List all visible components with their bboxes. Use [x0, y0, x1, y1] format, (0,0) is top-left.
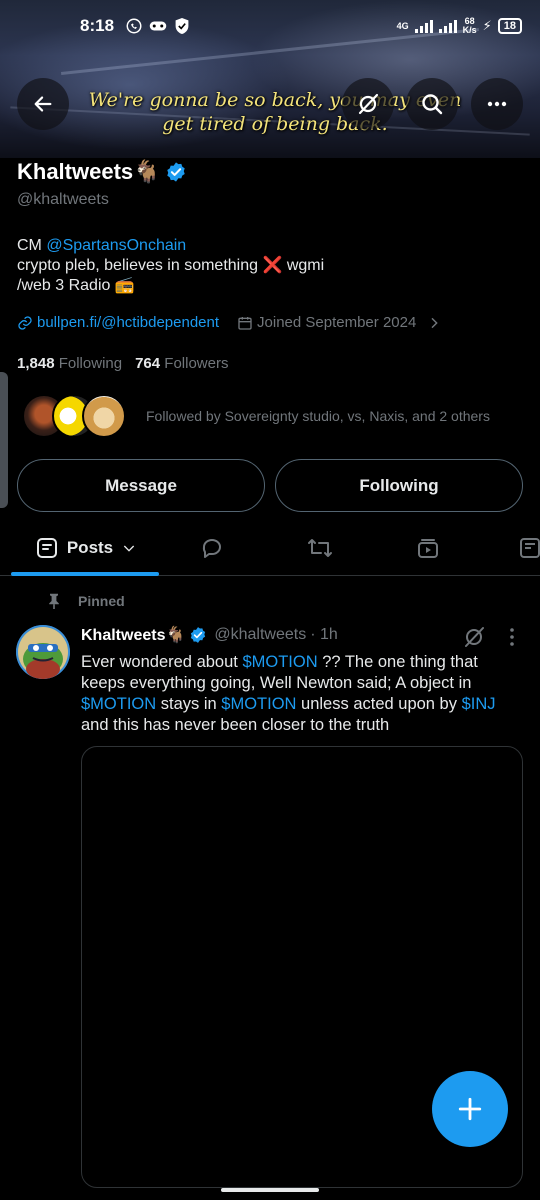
verified-icon — [191, 627, 206, 643]
bio-line-3: /web 3 Radio 📻 — [17, 277, 135, 294]
calendar-icon — [238, 316, 252, 330]
chevron-down-icon — [124, 545, 135, 552]
profile-joined: Joined September 2024 — [257, 314, 417, 331]
compose-button[interactable] — [432, 1071, 508, 1147]
grok-button[interactable] — [342, 78, 394, 130]
search-icon — [422, 94, 443, 115]
profile-display-name: Khaltweets🐐 — [17, 159, 161, 184]
profile-tabs: Posts — [0, 520, 540, 576]
whatsapp-icon — [124, 16, 144, 36]
tweet-text: Ever wondered about $MOTION ?? The one t… — [81, 653, 496, 734]
follow-counts: 1,848 Following 764 Followers — [17, 355, 228, 372]
bio-mention-link[interactable]: @SpartansOnchain — [46, 237, 186, 254]
tab-media[interactable] — [402, 520, 454, 576]
grok-icon — [358, 93, 379, 115]
chevron-right-icon[interactable] — [426, 315, 442, 331]
link-icon — [18, 315, 32, 330]
back-arrow-icon — [34, 96, 52, 112]
signal-icon — [414, 19, 433, 33]
frog-avatar-icon — [16, 625, 70, 679]
pinned-label: Pinned — [46, 592, 125, 610]
tweet-author-avatar[interactable] — [16, 625, 70, 679]
tweet-grok-button[interactable] — [462, 625, 486, 654]
tab-replies[interactable] — [186, 520, 238, 576]
tab-posts-label: Posts — [66, 538, 114, 557]
profile-name: Khaltweets🐐 — [17, 159, 187, 185]
reply-icon — [202, 539, 221, 558]
message-button[interactable]: Message — [17, 459, 265, 512]
cashtag-link[interactable]: $MOTION — [81, 695, 156, 713]
tab-posts[interactable]: Posts — [16, 520, 156, 576]
profile-handle: @khaltweets — [17, 191, 109, 208]
avatar — [82, 394, 126, 438]
tweet-time: · 1h — [310, 626, 338, 643]
cashtag-link[interactable]: $MOTION — [221, 695, 296, 713]
more-button[interactable] — [471, 78, 523, 130]
profile-bio: CM @SpartansOnchain crypto pleb, believe… — [17, 237, 325, 294]
charging-icon: ⚡ — [482, 18, 492, 33]
network-speed: 68 K/s — [462, 16, 477, 35]
pin-icon — [49, 593, 59, 609]
verified-icon[interactable] — [165, 161, 187, 183]
game-controller-icon — [148, 16, 168, 36]
following-link[interactable]: 1,848 Following — [17, 355, 122, 372]
pinned-text: Pinned — [78, 593, 125, 609]
grok-icon — [465, 627, 484, 647]
shield-icon — [172, 16, 192, 36]
media-icon — [418, 539, 438, 558]
signal-icon-2 — [438, 19, 457, 33]
status-time: 8:18 — [80, 16, 115, 35]
followed-by-text: Followed by Sovereignty studio, vs, Naxi… — [146, 408, 490, 424]
followers-link[interactable]: 764 Followers — [135, 355, 228, 372]
more-icon — [487, 101, 507, 107]
battery-level: 18 — [497, 18, 522, 34]
back-button[interactable] — [17, 78, 69, 130]
profile-website-link[interactable]: bullpen.fi/@hctibdependent — [37, 314, 219, 331]
network-type: 4G — [396, 21, 409, 31]
more-vertical-icon — [510, 628, 514, 646]
plus-icon — [458, 1097, 482, 1121]
tab-articles[interactable] — [510, 520, 540, 576]
tweet-author-handle[interactable]: @khaltweets — [214, 626, 306, 644]
tweet-header: Khaltweets🐐 @khaltweets · 1h — [81, 625, 338, 645]
bio-line-2: crypto pleb, believes in something ❌ wgm… — [17, 257, 325, 274]
active-tab-indicator — [11, 572, 159, 576]
home-indicator[interactable] — [221, 1188, 319, 1192]
cashtag-link[interactable]: $MOTION — [242, 653, 317, 671]
followed-by-row[interactable]: Followed by Sovereignty studio, vs, Naxi… — [22, 394, 490, 438]
profile-meta: bullpen.fi/@hctibdependent Joined Septem… — [17, 314, 442, 331]
cashtag-link[interactable]: $INJ — [462, 695, 496, 713]
tweet-more-button[interactable] — [504, 627, 520, 652]
posts-icon — [36, 538, 57, 558]
repost-icon — [308, 539, 332, 557]
status-bar: 8:18 4G 68 K/s ⚡ 18 — [0, 0, 540, 52]
search-button[interactable] — [406, 78, 458, 130]
tweet-author-name[interactable]: Khaltweets🐐 — [81, 625, 185, 645]
article-icon — [520, 538, 540, 558]
edge-panel-handle[interactable] — [0, 372, 8, 508]
following-button[interactable]: Following — [275, 459, 523, 512]
tab-reposts[interactable] — [294, 520, 346, 576]
